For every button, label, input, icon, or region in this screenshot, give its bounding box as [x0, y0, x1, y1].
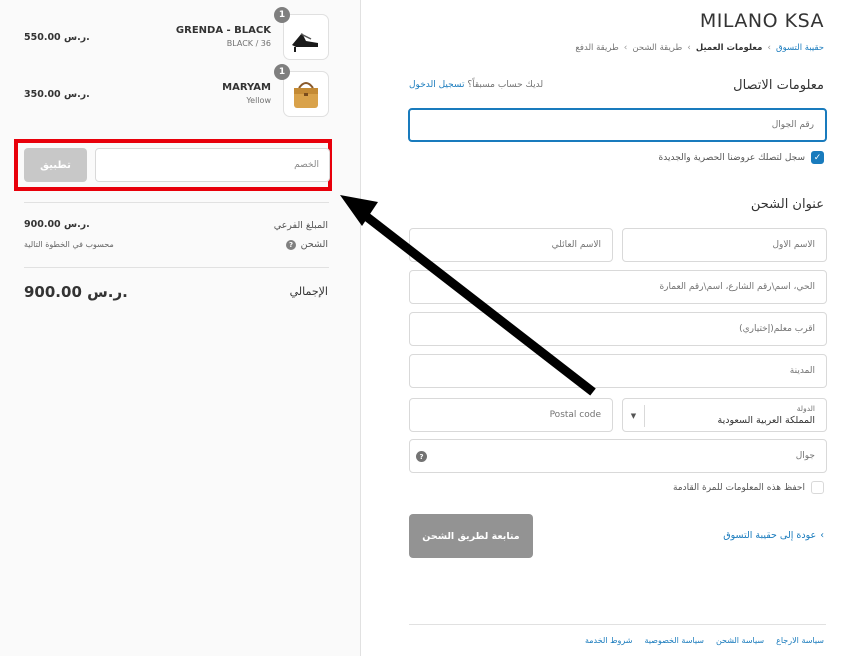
shipping-value: محسوب في الخطوة التالية: [24, 240, 114, 249]
total-value: 900.00 ر.س.: [24, 283, 128, 301]
country-label: الدولة: [796, 404, 815, 413]
breadcrumb: حقيبة التسوق ‹ معلومات العميل ‹ طريقة ال…: [575, 43, 824, 53]
first-name-field[interactable]: [622, 228, 827, 262]
address-field[interactable]: [409, 270, 827, 304]
quantity-badge: 1: [274, 7, 290, 23]
handbag-icon: [294, 82, 318, 108]
product-thumbnail: [283, 14, 329, 60]
subtotal-value: 900.00 ر.س.: [24, 219, 90, 230]
shipping-section-title: عنوان الشحن: [750, 197, 824, 212]
divider: [24, 202, 329, 203]
city-input[interactable]: [410, 355, 826, 387]
footer-divider: [409, 624, 826, 625]
breadcrumb-cart[interactable]: حقيبة التسوق: [776, 43, 824, 53]
product-variant: Yellow: [246, 96, 271, 105]
breadcrumb-customer-info: معلومات العميل: [695, 43, 763, 53]
divider: [24, 267, 329, 268]
first-name-input[interactable]: [623, 229, 826, 261]
marketing-opt-in[interactable]: ✓ سجل لتصلك عروضنا الحصرية والجديدة: [659, 151, 824, 164]
quantity-badge: 1: [274, 64, 290, 80]
chevron-left-icon: ‹: [767, 43, 771, 53]
marketing-opt-in-label: سجل لتصلك عروضنا الحصرية والجديدة: [658, 152, 805, 163]
chevron-left-icon: ‹: [687, 43, 691, 53]
city-field[interactable]: [409, 354, 827, 388]
postal-code-input[interactable]: [410, 399, 612, 431]
chevron-left-icon: ‹: [623, 43, 628, 53]
order-summary-panel: 1 GRENDA - BLACK BLACK / 36 550.00 ر.س. …: [0, 0, 361, 656]
back-to-cart-label: عودة إلى حقيبة التسوق: [723, 530, 817, 541]
country-value: المملكة العربية السعودية: [717, 415, 815, 426]
postal-code-field[interactable]: [409, 398, 613, 432]
checkout-form-panel: MILANO KSA حقيبة التسوق ‹ معلومات العميل…: [361, 0, 846, 656]
cart-item: 1 MARYAM Yellow 350.00 ر.س.: [24, 64, 329, 119]
product-thumbnail: [283, 71, 329, 117]
checkmark-icon[interactable]: ✓: [811, 151, 824, 164]
continue-to-shipping-button[interactable]: متابعة لطريق الشحن: [409, 514, 533, 558]
product-variant: BLACK / 36: [226, 39, 271, 48]
product-name: MARYAM: [222, 82, 271, 93]
store-name[interactable]: MILANO KSA: [700, 10, 824, 32]
phone-field[interactable]: [408, 108, 827, 142]
product-name: GRENDA - BLACK: [175, 25, 271, 36]
cart-item: 1 GRENDA - BLACK BLACK / 36 550.00 ر.س.: [24, 7, 329, 62]
chevron-down-icon[interactable]: ▼: [623, 405, 645, 427]
refund-policy-link[interactable]: سياسة الارجاع: [776, 636, 824, 645]
save-info-option[interactable]: احفظ هذه المعلومات للمرة القادمة: [673, 481, 824, 494]
privacy-policy-link[interactable]: سياسة الخصوصية: [644, 636, 703, 645]
login-link[interactable]: تسجيل الدخول: [409, 80, 464, 90]
checkbox-icon[interactable]: [811, 481, 824, 494]
last-name-field[interactable]: [409, 228, 613, 262]
shipping-phone-input[interactable]: [410, 440, 826, 472]
last-name-input[interactable]: [410, 229, 612, 261]
shipping-label: الشحن: [300, 239, 328, 250]
total-label: الإجمالي: [289, 285, 328, 298]
footer-links: سياسة الارجاع سياسة الشحن سياسة الخصوصية…: [585, 636, 824, 645]
back-to-cart-link[interactable]: ‹ عودة إلى حقيبة التسوق: [723, 530, 824, 541]
save-info-label: احفظ هذه المعلومات للمرة القادمة: [672, 482, 805, 493]
help-icon[interactable]: ?: [286, 240, 296, 250]
product-price: 550.00 ر.س.: [24, 32, 90, 43]
address-input[interactable]: [410, 271, 826, 303]
country-select[interactable]: الدولة المملكة العربية السعودية ▼: [622, 398, 827, 432]
breadcrumb-shipping-method: طريقة الشحن: [632, 43, 683, 53]
sandal-icon: [292, 33, 318, 52]
apply-discount-button[interactable]: تطبيق: [24, 148, 87, 182]
discount-input[interactable]: [95, 148, 330, 182]
chevron-left-icon: ‹: [820, 530, 824, 541]
landmark-field[interactable]: [409, 312, 827, 346]
contact-phone-input[interactable]: [410, 110, 825, 140]
breadcrumb-payment-method: طريقة الدفع: [575, 43, 619, 53]
subtotal-label: المبلغ الفرعي: [273, 220, 328, 231]
login-prompt-text: لديك حساب مسبقاً؟: [467, 80, 544, 90]
terms-of-service-link[interactable]: شروط الخدمة: [585, 636, 633, 645]
product-price: 350.00 ر.س.: [24, 89, 90, 100]
contact-section-title: معلومات الاتصال: [733, 78, 824, 93]
login-prompt: لديك حساب مسبقاً؟ تسجيل الدخول: [409, 80, 543, 90]
landmark-input[interactable]: [410, 313, 826, 345]
help-icon[interactable]: ?: [416, 451, 427, 462]
shipping-policy-link[interactable]: سياسة الشحن: [716, 636, 764, 645]
shipping-phone-field[interactable]: ?: [409, 439, 827, 473]
